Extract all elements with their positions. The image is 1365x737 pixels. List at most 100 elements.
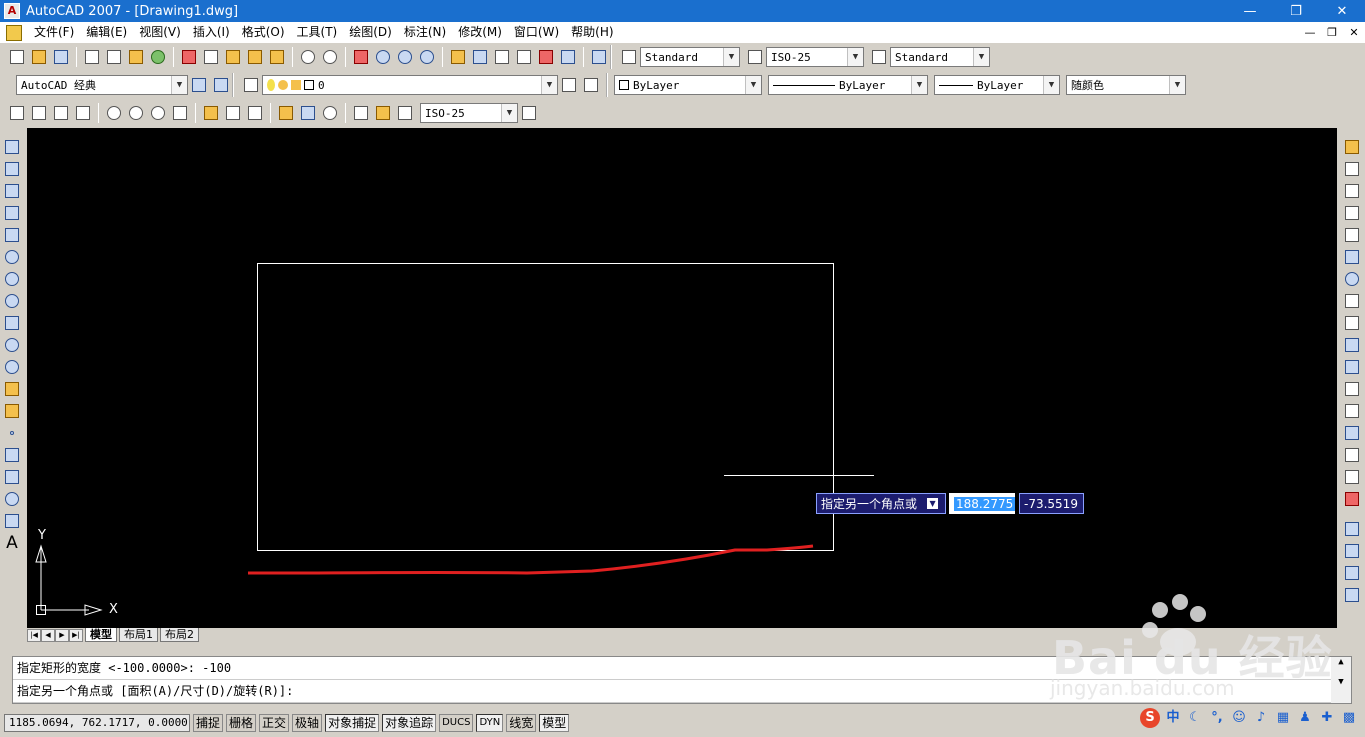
- jogged-dim-button[interactable]: [125, 102, 147, 124]
- quick-dim-button[interactable]: [200, 102, 222, 124]
- publish-button[interactable]: [125, 46, 147, 68]
- line-tool[interactable]: [1, 136, 23, 158]
- first-tab-button[interactable]: |◀: [27, 628, 41, 642]
- ime-mode-indicator[interactable]: 中: [1164, 709, 1182, 727]
- rectangle-tool[interactable]: [1, 224, 23, 246]
- plot-style-select[interactable]: 随颜色 ▼: [1066, 75, 1186, 95]
- punctuation-icon[interactable]: °,: [1208, 709, 1226, 727]
- redo-button[interactable]: [319, 46, 341, 68]
- menu-window[interactable]: 窗口(W): [508, 22, 565, 43]
- dynamic-input-y[interactable]: -73.5519: [1019, 493, 1084, 514]
- radius-dim-button[interactable]: [103, 102, 125, 124]
- spline-tool[interactable]: [1, 312, 23, 334]
- menu-edit[interactable]: 编辑(E): [80, 22, 133, 43]
- menu-view[interactable]: 视图(V): [133, 22, 187, 43]
- markup-button[interactable]: [535, 46, 557, 68]
- dim-style-manager-button[interactable]: [518, 102, 540, 124]
- dim-style-control[interactable]: ISO-25 ▼: [420, 103, 518, 123]
- hatch-tool[interactable]: [1, 444, 23, 466]
- move-tool[interactable]: [1341, 246, 1363, 268]
- ordinate-dim-button[interactable]: [72, 102, 94, 124]
- block-editor-button[interactable]: [266, 46, 288, 68]
- tool-palettes-button[interactable]: [491, 46, 513, 68]
- polyline-tool[interactable]: [1, 180, 23, 202]
- moon-icon[interactable]: ☾: [1186, 709, 1204, 727]
- calculator-button[interactable]: [557, 46, 579, 68]
- last-tab-button[interactable]: ▶|: [69, 628, 83, 642]
- model-toggle[interactable]: 模型: [539, 713, 570, 732]
- workspace-select[interactable]: AutoCAD 经典 ▼: [16, 75, 188, 95]
- cut-button[interactable]: [178, 46, 200, 68]
- menu-file[interactable]: 文件(F): [28, 22, 80, 43]
- center-mark-button[interactable]: [319, 102, 341, 124]
- join-tool[interactable]: [1341, 422, 1363, 444]
- tab-layout1[interactable]: 布局1: [119, 628, 158, 642]
- table-style-select[interactable]: Standard ▼: [890, 47, 990, 67]
- text-style-button[interactable]: [618, 46, 640, 68]
- properties-button[interactable]: [447, 46, 469, 68]
- mirror-tool[interactable]: [1341, 180, 1363, 202]
- dyn-toggle[interactable]: DYN: [476, 713, 504, 732]
- user-icon[interactable]: ♟: [1296, 709, 1314, 727]
- menu-modify[interactable]: 修改(M): [452, 22, 508, 43]
- maximize-button[interactable]: ❐: [1273, 0, 1319, 22]
- revcloud-tool[interactable]: [1, 290, 23, 312]
- command-window[interactable]: 指定矩形的宽度 <-100.0000>: -100 指定另一个角点或 [面积(A…: [12, 656, 1352, 704]
- dim-text-edit-button[interactable]: [372, 102, 394, 124]
- autocad-app-icon[interactable]: A: [4, 3, 20, 19]
- skin-icon[interactable]: ✚: [1318, 709, 1336, 727]
- layer-manager-button[interactable]: [240, 74, 262, 96]
- otrack-toggle[interactable]: 对象追踪: [382, 713, 437, 732]
- next-tab-button[interactable]: ▶: [55, 628, 69, 642]
- plot-button[interactable]: [81, 46, 103, 68]
- keyboard-icon[interactable]: ▦: [1274, 709, 1292, 727]
- close-button[interactable]: ✕: [1319, 0, 1365, 22]
- scale-tool[interactable]: [1341, 290, 1363, 312]
- paste-button[interactable]: [222, 46, 244, 68]
- quick-leader-button[interactable]: [275, 102, 297, 124]
- layer-select[interactable]: 0 ▼: [262, 75, 558, 95]
- trim-tool[interactable]: [1341, 334, 1363, 356]
- point-tool[interactable]: [1, 422, 23, 444]
- baseline-dim-button[interactable]: [222, 102, 244, 124]
- dim-edit-button[interactable]: [350, 102, 372, 124]
- ducs-toggle[interactable]: DUCS: [439, 713, 474, 732]
- osnap-toggle[interactable]: 对象捕捉: [325, 713, 380, 732]
- linetype-select[interactable]: ByLayer ▼: [768, 75, 928, 95]
- circle-tool[interactable]: [1, 268, 23, 290]
- new-file-button[interactable]: [6, 46, 28, 68]
- zoom-window-button[interactable]: [394, 46, 416, 68]
- ellipse-tool[interactable]: [1, 334, 23, 356]
- command-scrollbar[interactable]: ▲ ▼: [1331, 657, 1351, 703]
- workspace-settings-button[interactable]: [188, 74, 210, 96]
- doc-minimize-button[interactable]: —: [1299, 26, 1321, 39]
- aligned-dim-button[interactable]: [28, 102, 50, 124]
- erase-tool[interactable]: [1341, 136, 1363, 158]
- emoji-icon[interactable]: ☺: [1230, 709, 1248, 727]
- dynamic-input-prompt[interactable]: 指定另一个角点或 ▼: [816, 493, 946, 514]
- lineweight-toggle[interactable]: 线宽: [506, 713, 537, 732]
- dim-update-button[interactable]: [394, 102, 416, 124]
- color-select[interactable]: ByLayer ▼: [614, 75, 762, 95]
- make-block-tool[interactable]: [1, 400, 23, 422]
- coordinate-readout[interactable]: 1185.0694, 762.1717, 0.0000: [4, 713, 190, 732]
- zoom-previous-button[interactable]: [416, 46, 438, 68]
- drawing-canvas[interactable]: Y X 指定另一个角点或 ▼ 188.2775 -73.5519: [27, 128, 1337, 628]
- array-tool[interactable]: [1341, 224, 1363, 246]
- menu-help[interactable]: 帮助(H): [565, 22, 619, 43]
- sogou-logo-icon[interactable]: S: [1140, 708, 1160, 728]
- grid-toggle[interactable]: 栅格: [226, 713, 257, 732]
- save-button[interactable]: [50, 46, 72, 68]
- send-under-tool[interactable]: [1341, 584, 1363, 606]
- make-current-layer-button[interactable]: [558, 74, 580, 96]
- rotate-tool[interactable]: [1341, 268, 1363, 290]
- text-style-select[interactable]: Standard ▼: [640, 47, 740, 67]
- design-center-button[interactable]: [469, 46, 491, 68]
- bring-to-front-tool[interactable]: [1341, 518, 1363, 540]
- document-icon[interactable]: [6, 24, 22, 41]
- region-tool[interactable]: [1, 488, 23, 510]
- mtext-tool[interactable]: A: [1, 532, 23, 554]
- tolerance-button[interactable]: [297, 102, 319, 124]
- gradient-tool[interactable]: [1, 466, 23, 488]
- options-arrow-icon[interactable]: ▼: [927, 498, 939, 509]
